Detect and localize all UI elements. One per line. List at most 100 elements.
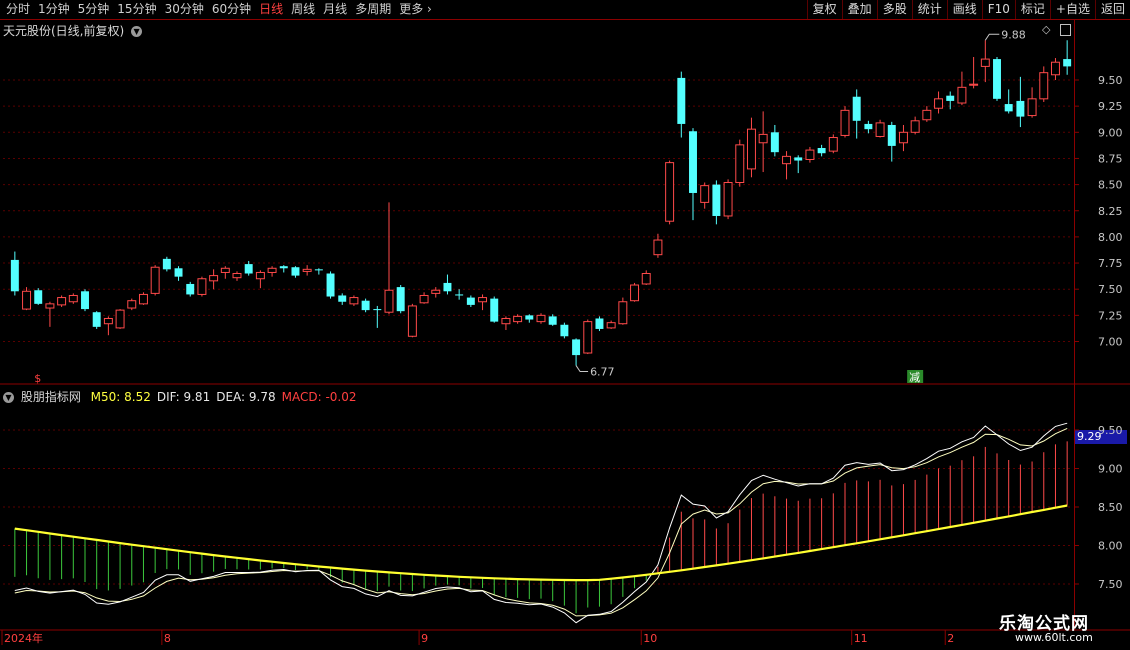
candle-body [431, 289, 441, 294]
dif-line [14, 422, 1068, 624]
candle-body [548, 316, 557, 325]
candle-body [443, 282, 452, 292]
candle-body [840, 109, 850, 136]
period-tab-2[interactable]: 5分钟 [74, 2, 114, 17]
period-tab-9[interactable]: 多周期 [351, 2, 395, 17]
indicator-value-3: MACD: -0.02 [281, 390, 357, 404]
period-tab-3[interactable]: 15分钟 [113, 2, 160, 17]
toolbar-button-2[interactable]: 多股 [876, 0, 912, 19]
toolbar-button-6[interactable]: 标记 [1014, 0, 1050, 19]
candle-body [501, 317, 511, 325]
period-tab-1[interactable]: 1分钟 [34, 2, 74, 17]
candle-body [419, 294, 429, 304]
candle-body [828, 137, 838, 152]
candle-body [898, 131, 908, 144]
candle-body [817, 147, 826, 154]
chart-title-bar: 天元股份(日线,前复权) ▼ [3, 22, 143, 39]
candle-body [10, 259, 19, 292]
date-label: 11 [854, 632, 868, 645]
candle-body [103, 317, 113, 325]
candle-body [770, 132, 779, 153]
toolbar-button-4[interactable]: 画线 [946, 0, 982, 19]
period-tab-8[interactable]: 月线 [319, 2, 351, 17]
candle-body [723, 182, 733, 217]
period-tab-10[interactable]: 更多 › [395, 2, 436, 17]
candle-body [1063, 59, 1072, 67]
candle-body [267, 267, 277, 273]
toolbar-button-7[interactable]: +自选 [1049, 0, 1095, 19]
candle-body [478, 297, 488, 303]
candle-body [572, 339, 581, 356]
high-pointer [984, 33, 1000, 41]
kline-chart[interactable]: 9.509.259.008.758.508.258.007.757.507.25… [0, 0, 1130, 650]
toolbar-button-3[interactable]: 统计 [911, 0, 947, 19]
title-dropdown-icon[interactable]: ▼ [131, 26, 143, 37]
indicator-dropdown-icon[interactable]: ▼ [3, 392, 14, 403]
candle-body [677, 77, 686, 124]
candle-body [653, 239, 663, 256]
candle-body [162, 258, 171, 270]
low-label: 6.77 [590, 366, 615, 379]
date-label: 8 [164, 632, 171, 645]
candle-body [993, 59, 1001, 99]
indicator-name: 股朋指标网 [20, 390, 81, 404]
candle-body [934, 98, 944, 109]
indicator-values: M50: 8.52 DIF: 9.81 DEA: 9.78 MACD: -0.02 [85, 390, 357, 404]
candle-body [910, 120, 920, 133]
candle-body [665, 162, 675, 222]
candle-body [57, 297, 67, 306]
candle-body [946, 95, 955, 101]
candle-body [45, 303, 55, 309]
candle-body [384, 289, 394, 313]
candle-body [1027, 98, 1037, 117]
candle-body [525, 315, 534, 320]
toolbar-button-1[interactable]: 叠加 [841, 0, 877, 19]
candle-body [291, 267, 300, 276]
candle-body [81, 291, 89, 310]
indicator-value-1: DIF: 9.81 [156, 390, 211, 404]
candle-body [407, 305, 417, 337]
candle-body [92, 312, 101, 327]
toolbar-button-8[interactable]: 返回 [1094, 0, 1130, 19]
period-tab-0[interactable]: 分时 [2, 2, 34, 17]
marker-jian-bg [907, 370, 924, 383]
candle-body [887, 124, 896, 146]
candle-body [150, 266, 160, 294]
candle-body [455, 294, 464, 296]
high-label: 9.88 [1001, 28, 1025, 41]
candle-body [735, 144, 745, 184]
candle-body [782, 155, 792, 165]
period-tab-7[interactable]: 周线 [287, 2, 319, 17]
candle-body [700, 185, 710, 203]
panel-toggle-icon[interactable] [1060, 24, 1071, 36]
watermark-logo: 乐淘公式网 www.60lt.com [995, 607, 1130, 650]
candle-body [396, 287, 405, 312]
diamond-icon[interactable]: ◇ [1042, 23, 1050, 36]
date-label: 10 [643, 632, 657, 645]
period-tab-5[interactable]: 60分钟 [208, 2, 255, 17]
candle-body [689, 131, 697, 193]
candle-body [232, 273, 242, 279]
date-label: 2024年 [4, 631, 43, 645]
toolbar-button-0[interactable]: 复权 [806, 0, 842, 19]
candle-body [220, 267, 230, 273]
period-tab-4[interactable]: 30分钟 [161, 2, 208, 17]
candle-body [513, 315, 523, 323]
toolbar-button-5[interactable]: F10 [981, 0, 1015, 19]
candle-body [1016, 100, 1025, 117]
candle-body [255, 271, 265, 280]
indicator-value-2: DEA: 9.78 [216, 390, 276, 404]
period-tab-6[interactable]: 日线 [255, 2, 287, 17]
candle-body [115, 309, 125, 329]
candle-body [712, 184, 721, 216]
candle-body [138, 293, 148, 305]
candle-body [490, 298, 499, 322]
candle-body [746, 128, 756, 170]
candle-body [864, 123, 873, 130]
period-tabs: 分时 1分钟 5分钟 15分钟 30分钟 60分钟 日线 周线 月线 多周期 更多 › [2, 2, 436, 17]
candle-body [583, 321, 593, 354]
indicator-value-0: M50: 8.52 [90, 390, 151, 404]
candle-body [852, 96, 861, 121]
candle-body [361, 300, 370, 311]
low-pointer [575, 365, 589, 373]
